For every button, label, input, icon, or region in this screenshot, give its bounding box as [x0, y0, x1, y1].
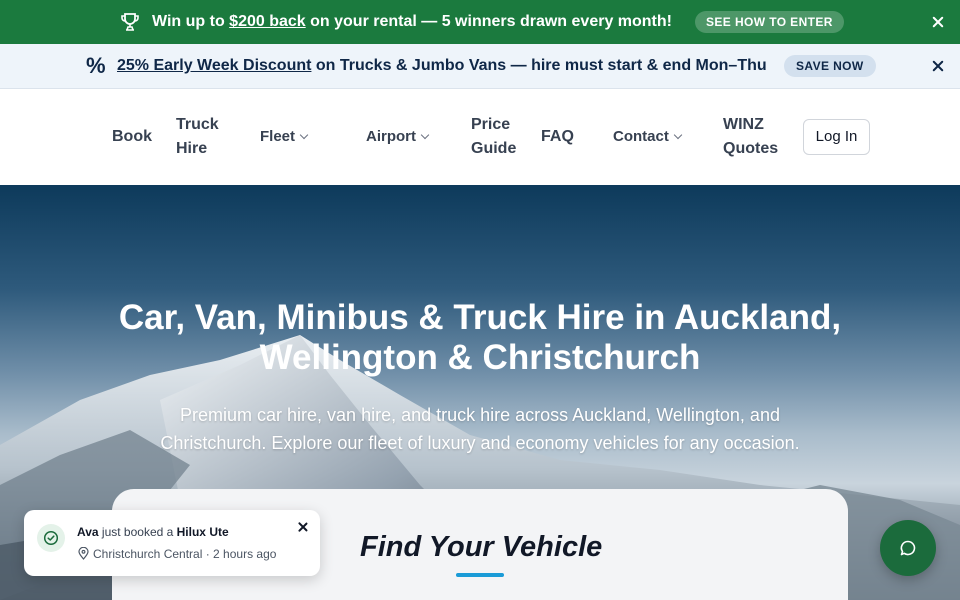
promo-discount-text: 25% Early Week Discount on Trucks & Jumb…: [117, 57, 767, 74]
chat-bubble-icon: [900, 540, 916, 556]
chat-button[interactable]: [880, 520, 936, 576]
nav-book[interactable]: Book: [112, 125, 152, 149]
toast-location-time: Christchurch Central · 2 hours ago: [93, 547, 277, 561]
promo-banner-rewards: Win up to $200 back on your rental — 5 w…: [0, 0, 960, 44]
hero-title: Car, Van, Minibus & Truck Hire in Auckla…: [118, 298, 842, 377]
login-button[interactable]: Log In: [803, 119, 870, 155]
check-circle-icon: [37, 524, 65, 552]
hero-subtitle: Premium car hire, van hire, and truck hi…: [160, 405, 800, 453]
title-underline: [456, 573, 504, 577]
close-icon[interactable]: [931, 59, 945, 73]
chevron-down-icon: [420, 130, 430, 140]
chevron-down-icon: [673, 130, 683, 140]
see-how-to-enter-button[interactable]: SEE HOW TO ENTER: [695, 11, 844, 33]
nav-airport-dropdown[interactable]: Airport: [366, 127, 430, 147]
booking-notification-toast: Ava just booked a Hilux Ute Christchurch…: [24, 510, 320, 576]
promo-rewards-text: Win up to $200 back on your rental — 5 w…: [152, 13, 672, 30]
promo-rewards-link[interactable]: $200 back: [229, 13, 306, 30]
promo-banner-discount: % 25% Early Week Discount on Trucks & Ju…: [0, 44, 960, 89]
close-icon[interactable]: [931, 15, 945, 29]
nav-contact-dropdown[interactable]: Contact: [613, 127, 683, 147]
search-card-title: Find Your Vehicle: [360, 531, 603, 563]
nav-price-guide[interactable]: Price Guide: [471, 113, 516, 161]
main-nav: Book Truck Hire Fleet Airport Price Guide …: [0, 89, 960, 185]
nav-fleet-dropdown[interactable]: Fleet: [260, 127, 309, 147]
nav-truck-hire[interactable]: Truck Hire: [176, 113, 219, 161]
nav-faq[interactable]: FAQ: [541, 125, 574, 149]
save-now-button[interactable]: SAVE NOW: [784, 55, 876, 77]
percent-icon: %: [86, 53, 106, 78]
nav-winz-quotes[interactable]: WINZ Quotes: [723, 113, 778, 161]
toast-message: Ava just booked a Hilux Ute: [77, 525, 229, 539]
chevron-down-icon: [299, 130, 309, 140]
promo-discount-link[interactable]: 25% Early Week Discount: [117, 57, 311, 74]
close-icon[interactable]: [297, 521, 309, 533]
map-pin-icon: [78, 547, 89, 560]
trophy-icon: [121, 13, 139, 31]
